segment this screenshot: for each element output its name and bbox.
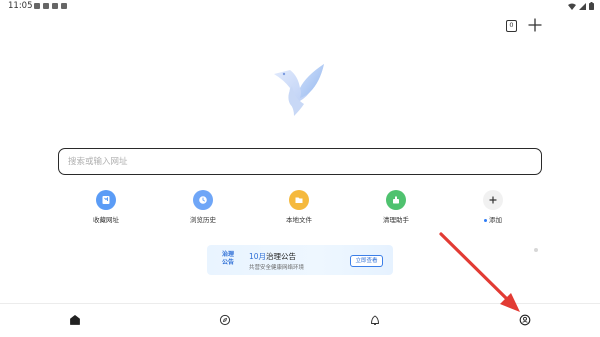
browser-logo-bird-icon (274, 64, 324, 116)
bell-icon[interactable] (369, 314, 381, 326)
plus-icon (483, 190, 503, 210)
system-icons (568, 2, 594, 10)
view-now-button[interactable]: 立即查看 (350, 255, 383, 267)
tab-count-button[interactable]: 0 (506, 20, 517, 32)
notification-app-icon (52, 3, 58, 9)
bottom-nav-divider (0, 303, 600, 304)
shortcut-add-label: 添加 (489, 216, 502, 224)
status-time: 11:05 (8, 1, 33, 11)
battery-icon (589, 2, 594, 10)
shortcut-add[interactable]: 添加 (463, 190, 523, 226)
announcement-subtitle: 共营安全健康网络环境 (249, 265, 305, 271)
user-icon[interactable] (519, 314, 531, 326)
announcement-month: 10月 (249, 252, 267, 261)
folder-icon (289, 190, 309, 210)
notification-icons (34, 3, 67, 9)
shortcut-label: 本地文件 (286, 216, 312, 224)
wifi-icon (568, 3, 576, 10)
shortcut-label: 浏览历史 (190, 216, 216, 224)
notification-app-icon (43, 3, 49, 9)
shortcut-label: 清理助手 (383, 216, 409, 224)
new-tab-plus-icon[interactable] (528, 18, 542, 32)
shortcut-label: 添加 (463, 214, 523, 224)
dismiss-dot-icon[interactable] (534, 248, 538, 252)
status-bar: 11:05 (0, 0, 600, 14)
announcement-title: 10月治理公告 (249, 251, 296, 262)
bookmark-icon (96, 190, 116, 210)
badge-line: 治理 (221, 251, 234, 258)
badge-line: 公告 (221, 259, 234, 266)
shortcut-cleaner[interactable]: 清理助手 (366, 190, 426, 226)
search-box[interactable] (58, 148, 542, 175)
new-dot-icon (484, 218, 487, 222)
notification-image-icon (34, 3, 40, 9)
shortcut-local-files[interactable]: 本地文件 (269, 190, 329, 226)
announcement-badge: 治理 公告 (218, 251, 238, 267)
search-input[interactable] (68, 149, 528, 174)
shortcut-history[interactable]: 浏览历史 (173, 190, 233, 226)
clock-icon (193, 190, 213, 210)
shortcut-bookmarks[interactable]: 收藏网址 (76, 190, 136, 226)
announcement-title-text: 治理公告 (266, 252, 297, 261)
compass-icon[interactable] (219, 314, 231, 326)
home-icon[interactable] (69, 314, 81, 326)
shortcut-label: 收藏网址 (93, 216, 119, 224)
broom-icon (386, 190, 406, 210)
notification-download-icon (61, 3, 67, 9)
signal-icon (579, 2, 586, 10)
